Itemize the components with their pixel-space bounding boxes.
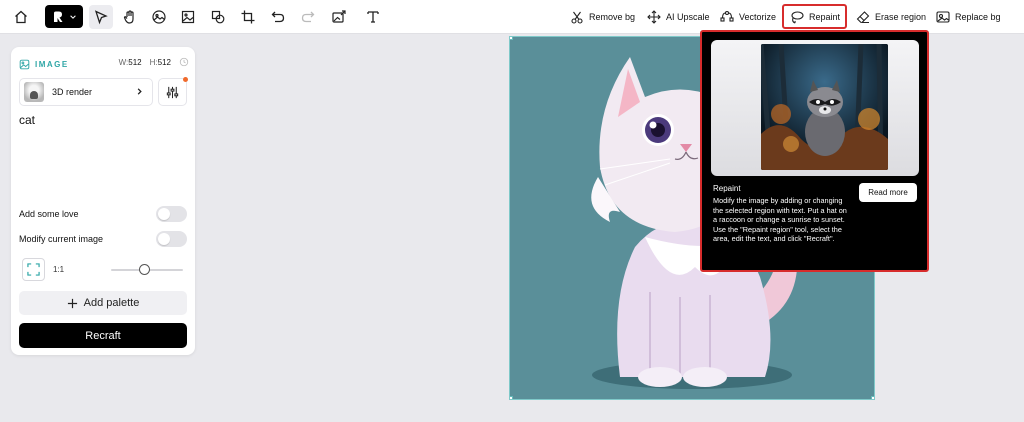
remove-bg-label: Remove bg <box>589 12 636 22</box>
text-icon[interactable] <box>361 5 385 29</box>
width-field[interactable]: W:512 <box>119 58 142 67</box>
erase-region-label: Erase region <box>875 12 927 22</box>
undo-icon[interactable] <box>266 5 290 29</box>
redo-icon[interactable] <box>296 5 320 29</box>
prompt-input[interactable]: cat <box>19 113 35 127</box>
plus-icon <box>67 298 77 308</box>
panel-header: IMAGE W:512 H:512 <box>19 57 189 71</box>
style-name: 3D render <box>52 87 93 97</box>
repaint-tooltip: Repaint Modify the image by adding or ch… <box>700 30 929 272</box>
frame-image-icon[interactable] <box>176 5 200 29</box>
hand-icon[interactable] <box>118 5 142 29</box>
tooltip-preview <box>711 40 919 176</box>
ai-image-icon[interactable] <box>147 5 171 29</box>
resize-handle[interactable] <box>871 396 874 399</box>
style-thumbnail <box>24 82 44 102</box>
repaint-highlight <box>782 4 847 29</box>
ai-upscale-label: AI Upscale <box>666 12 710 22</box>
section-label: IMAGE <box>35 59 69 69</box>
replace-bg-button[interactable]: Replace bg <box>936 7 1001 27</box>
top-toolbar: Remove bg AI Upscale Vectorize Repaint E… <box>0 0 1024 34</box>
image-icon <box>19 59 30 69</box>
height-field[interactable]: H:512 <box>150 58 171 67</box>
notification-dot <box>183 77 188 82</box>
vectorize-button[interactable]: Vectorize <box>720 7 776 27</box>
home-icon[interactable] <box>9 5 33 29</box>
upscale-icon <box>647 10 661 24</box>
add-some-love-row: Add some love <box>19 205 187 223</box>
image-settings-panel: IMAGE W:512 H:512 3D render cat Add some… <box>11 47 195 355</box>
read-more-button[interactable]: Read more <box>859 183 917 202</box>
resize-handle[interactable] <box>510 396 513 399</box>
ratio-label: 1:1 <box>53 265 65 274</box>
modify-image-toggle[interactable] <box>156 231 187 247</box>
sliders-icon <box>166 86 179 98</box>
erase-region-button[interactable]: Erase region <box>856 7 926 27</box>
shapes-icon[interactable] <box>206 5 230 29</box>
crop-icon[interactable] <box>236 5 260 29</box>
tooltip-description: Modify the image by adding or changing t… <box>713 196 847 243</box>
add-some-love-label: Add some love <box>19 209 79 219</box>
modify-image-row: Modify current image <box>19 230 187 248</box>
add-palette-button[interactable]: Add palette <box>19 291 187 315</box>
add-palette-label: Add palette <box>83 297 140 309</box>
logo-icon[interactable] <box>45 5 83 28</box>
raccoon-preview-image <box>761 44 888 170</box>
pointer-icon[interactable] <box>89 5 113 29</box>
vectorize-label: Vectorize <box>739 12 777 22</box>
export-image-icon[interactable] <box>327 5 351 29</box>
tooltip-title: Repaint <box>713 184 741 193</box>
dimensions: W:512 H:512 <box>119 57 189 67</box>
clock-icon[interactable] <box>179 57 189 67</box>
ai-upscale-button[interactable]: AI Upscale <box>647 7 710 27</box>
resize-handle[interactable] <box>510 37 513 40</box>
chevron-right-icon <box>137 88 142 95</box>
eraser-icon <box>856 11 870 24</box>
scissors-icon <box>571 11 583 24</box>
aspect-ratio-button[interactable] <box>22 258 45 281</box>
replace-bg-label: Replace bg <box>955 12 1001 22</box>
ratio-slider-thumb[interactable] <box>139 264 150 275</box>
vectorize-icon <box>720 10 734 22</box>
style-selector[interactable]: 3D render <box>19 78 153 106</box>
aspect-ratio-icon <box>27 263 40 276</box>
remove-bg-button[interactable]: Remove bg <box>570 7 635 27</box>
replace-bg-icon <box>936 11 950 23</box>
add-some-love-toggle[interactable] <box>156 206 187 222</box>
recraft-button[interactable]: Recraft <box>19 323 187 348</box>
modify-image-label: Modify current image <box>19 234 104 244</box>
style-settings-button[interactable] <box>158 77 188 106</box>
